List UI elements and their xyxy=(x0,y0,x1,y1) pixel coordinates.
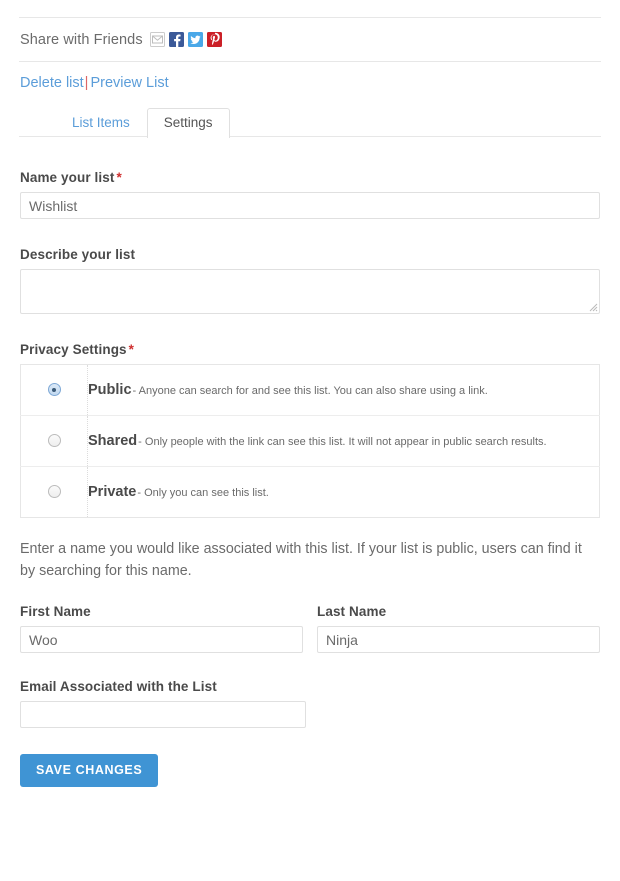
name-your-list-label-text: Name your list xyxy=(20,170,114,185)
tab-settings[interactable]: Settings xyxy=(147,108,230,138)
privacy-radio-cell-public[interactable] xyxy=(21,365,88,416)
last-name-column: Last Name xyxy=(317,604,600,653)
name-required-marker: * xyxy=(116,170,121,185)
list-description-textarea[interactable] xyxy=(20,269,600,314)
facebook-share-icon[interactable] xyxy=(169,32,184,47)
radio-public[interactable] xyxy=(48,383,61,396)
table-row[interactable]: Private- Only you can see this list. xyxy=(21,467,600,518)
privacy-option-shared: Shared- Only people with the link can se… xyxy=(88,416,600,467)
email-input[interactable] xyxy=(20,701,306,728)
name-your-list-label: Name your list* xyxy=(20,170,600,185)
tab-bar: List Items Settings xyxy=(19,105,601,137)
list-actions-row: Delete list|Preview List xyxy=(0,62,620,105)
email-label: Email Associated with the List xyxy=(20,679,600,694)
privacy-option-name-shared: Shared xyxy=(88,433,137,449)
share-with-friends-row: Share with Friends xyxy=(0,18,620,61)
list-settings-page: Share with Friends xyxy=(0,0,620,881)
table-row[interactable]: Shared- Only people with the link can se… xyxy=(21,416,600,467)
share-icons xyxy=(150,32,222,47)
list-name-input[interactable] xyxy=(20,192,600,219)
tab-list-items[interactable]: List Items xyxy=(55,108,147,138)
last-name-label: Last Name xyxy=(317,604,600,619)
privacy-option-name-public: Public xyxy=(88,382,132,398)
privacy-options-table: Public- Anyone can search for and see th… xyxy=(20,364,600,518)
privacy-option-public: Public- Anyone can search for and see th… xyxy=(88,365,600,416)
first-name-column: First Name xyxy=(20,604,303,653)
privacy-option-desc-public: - Anyone can search for and see this lis… xyxy=(133,385,488,397)
privacy-required-marker: * xyxy=(129,342,134,357)
twitter-share-icon[interactable] xyxy=(188,32,203,47)
describe-your-list-label: Describe your list xyxy=(20,247,600,262)
privacy-radio-cell-shared[interactable] xyxy=(21,416,88,467)
radio-shared[interactable] xyxy=(48,434,61,447)
privacy-settings-label-text: Privacy Settings xyxy=(20,342,127,357)
first-name-label: First Name xyxy=(20,604,303,619)
actions-separator: | xyxy=(85,75,89,91)
save-changes-button[interactable]: SAVE CHANGES xyxy=(20,754,158,787)
settings-form: Name your list* Describe your list Priva… xyxy=(0,170,620,787)
describe-textarea-wrap xyxy=(20,269,600,314)
privacy-option-desc-shared: - Only people with the link can see this… xyxy=(138,436,546,448)
preview-list-link[interactable]: Preview List xyxy=(90,75,168,91)
pinterest-share-icon[interactable] xyxy=(207,32,222,47)
email-share-icon[interactable] xyxy=(150,32,165,47)
privacy-radio-cell-private[interactable] xyxy=(21,467,88,518)
share-label: Share with Friends xyxy=(20,32,143,48)
privacy-settings-label: Privacy Settings* xyxy=(20,342,600,357)
delete-list-link[interactable]: Delete list xyxy=(20,75,84,91)
last-name-input[interactable] xyxy=(317,626,600,653)
name-fields-row: First Name Last Name xyxy=(20,604,600,653)
radio-private[interactable] xyxy=(48,485,61,498)
privacy-option-private: Private- Only you can see this list. xyxy=(88,467,600,518)
privacy-option-desc-private: - Only you can see this list. xyxy=(137,487,268,499)
name-helper-text: Enter a name you would like associated w… xyxy=(20,538,600,582)
first-name-input[interactable] xyxy=(20,626,303,653)
table-row[interactable]: Public- Anyone can search for and see th… xyxy=(21,365,600,416)
privacy-option-name-private: Private xyxy=(88,484,136,500)
